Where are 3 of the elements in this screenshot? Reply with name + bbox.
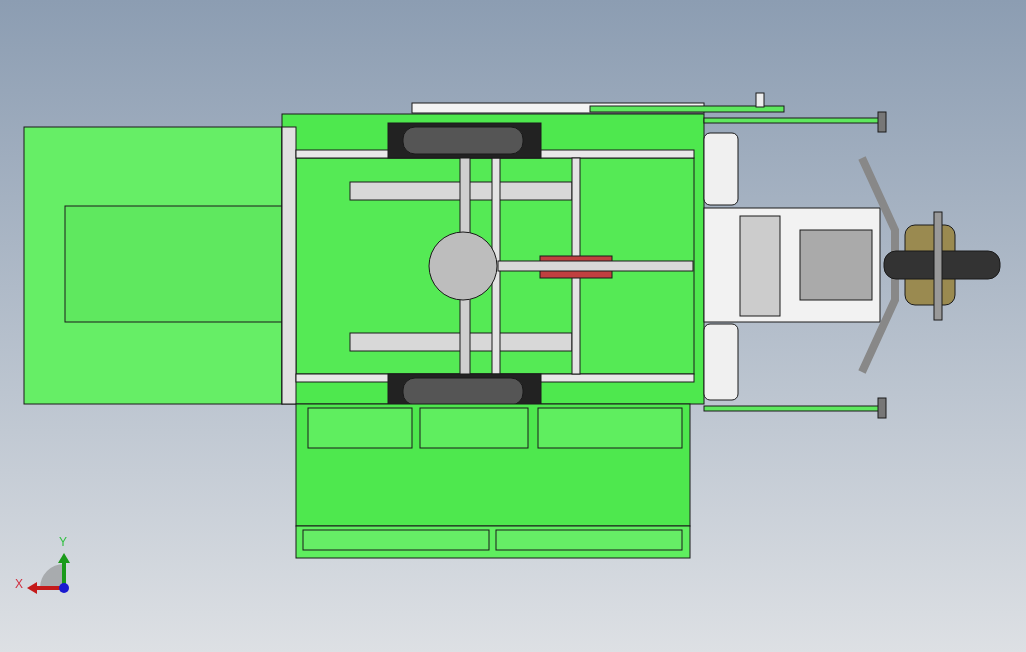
y-axis-label: Y <box>59 535 67 549</box>
x-axis-label: X <box>15 577 23 591</box>
axis-triad-drawing <box>27 553 70 594</box>
